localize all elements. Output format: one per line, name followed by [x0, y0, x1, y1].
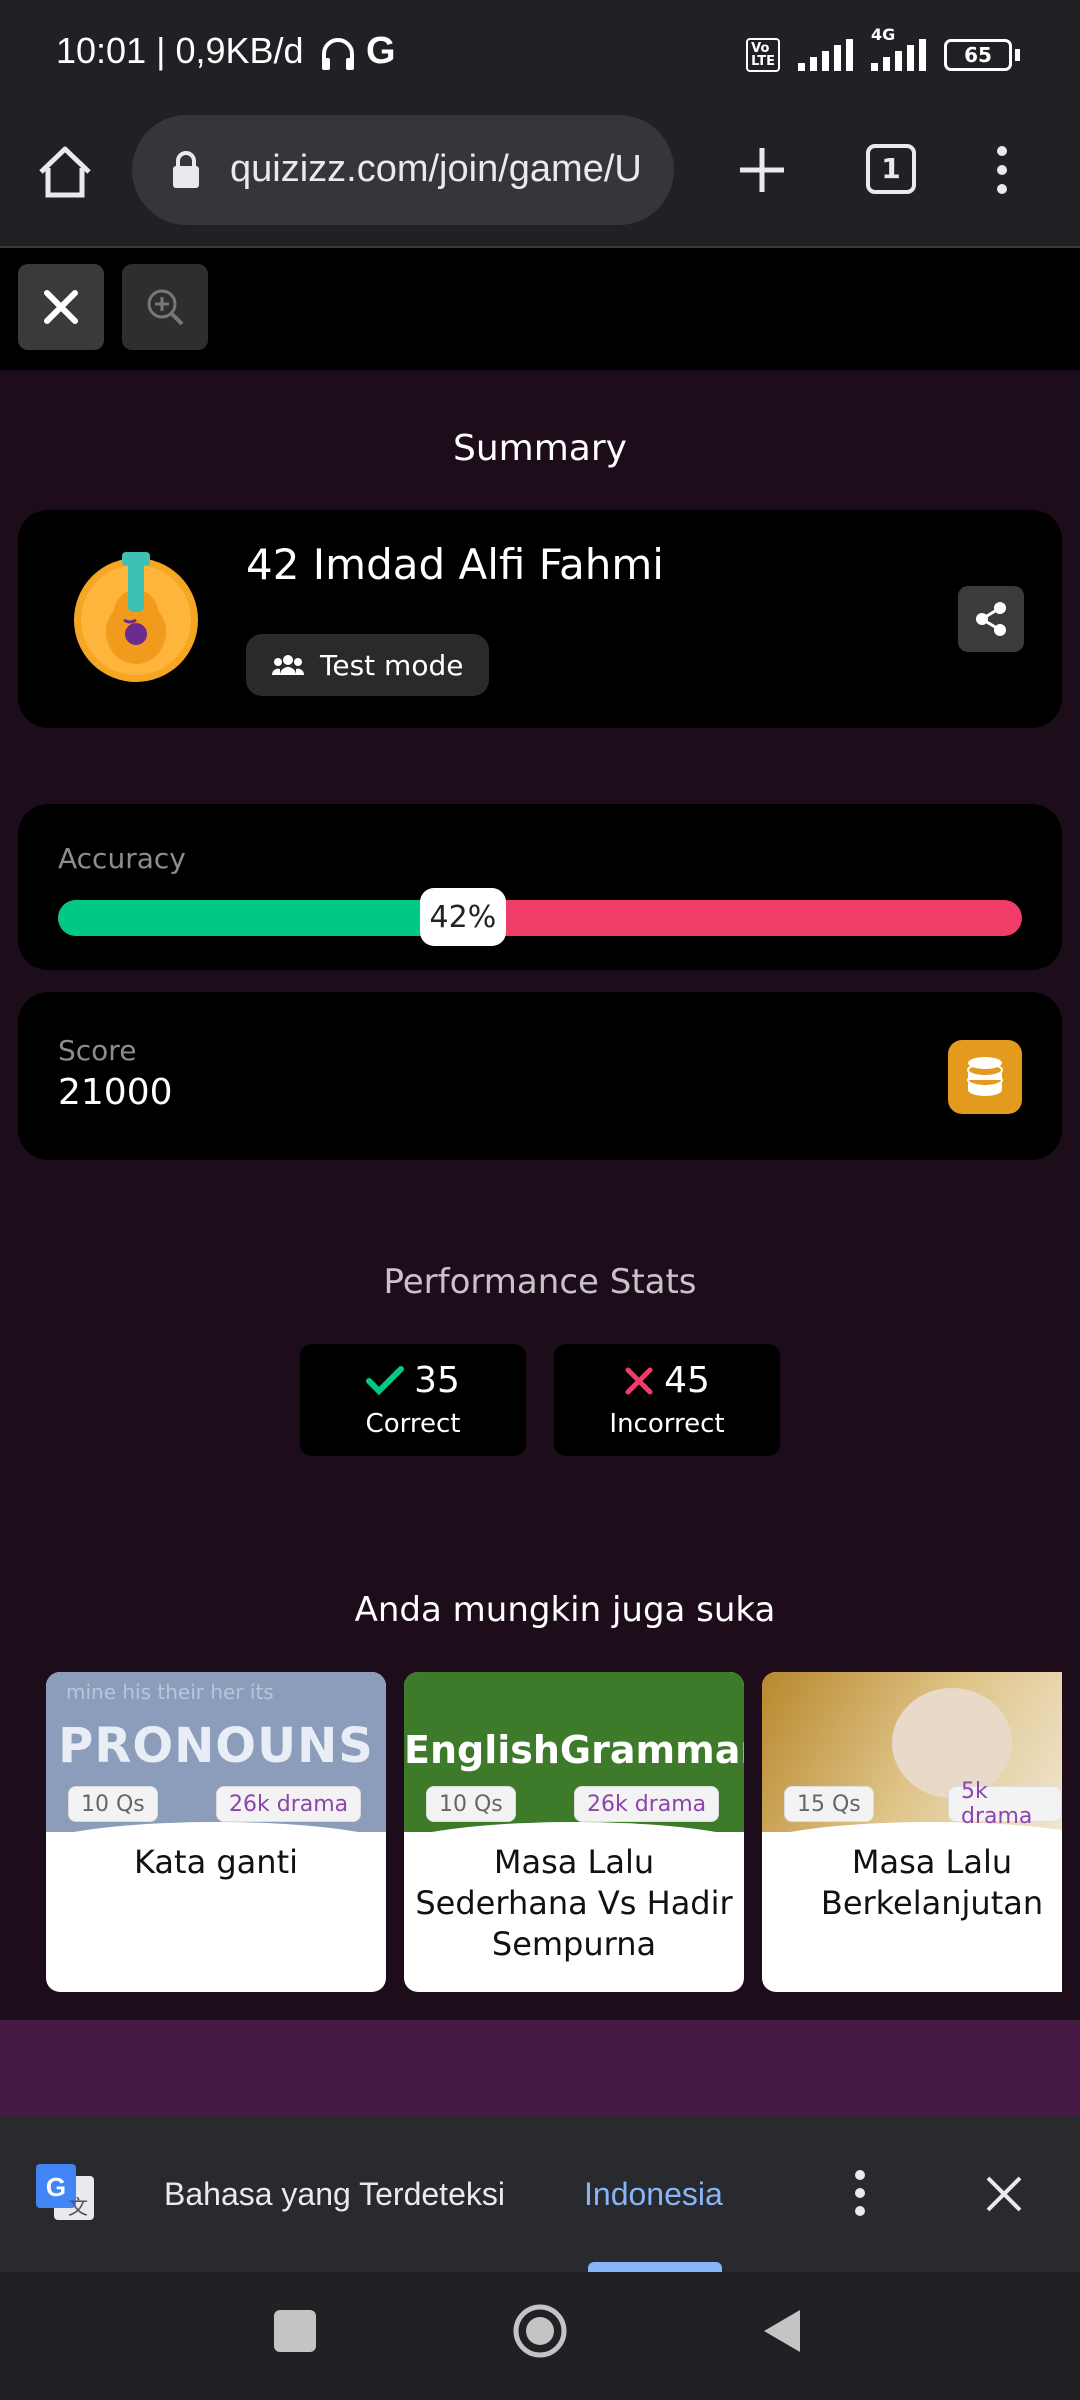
- quiz-title: Masa Lalu Sederhana Vs Hadir Sempurna: [415, 1843, 733, 1963]
- signal-4g-icon: 4G: [871, 25, 926, 71]
- close-icon: [44, 290, 78, 324]
- test-mode-badge: Test mode: [246, 634, 490, 696]
- coins-badge: [948, 1040, 1022, 1114]
- battery-icon: 65: [944, 39, 1012, 71]
- score-value: 21000: [58, 1072, 173, 1113]
- accuracy-label: Accuracy: [58, 842, 186, 875]
- thumbnail-text: PRONOUNS: [58, 1718, 374, 1774]
- users-icon: [272, 655, 304, 675]
- correct-stat: 35 Correct: [300, 1344, 526, 1456]
- selected-tab-indicator: [588, 2262, 722, 2272]
- recents-icon[interactable]: [274, 2310, 316, 2352]
- performance-title: Performance Stats: [383, 1262, 697, 1302]
- back-icon[interactable]: [760, 2306, 804, 2360]
- incorrect-label: Incorrect: [609, 1409, 725, 1439]
- battery-cap: [1015, 49, 1020, 61]
- player-name: 42 Imdad Alfi Fahmi: [246, 540, 664, 589]
- accuracy-bar: [58, 900, 1022, 936]
- thumbnail-watermark: mine his their her its: [66, 1680, 274, 1704]
- summary-title: Summary: [453, 428, 627, 469]
- share-button[interactable]: [958, 586, 1024, 652]
- thumbnail-text: EnglishGrammar: [404, 1728, 744, 1772]
- plays-tag: 5k drama: [948, 1779, 1062, 1829]
- zoom-in-icon: [147, 289, 184, 326]
- headphones-icon: [318, 34, 358, 78]
- plays-tag: 26k drama: [574, 1786, 720, 1822]
- home-nav-icon[interactable]: [512, 2303, 568, 2363]
- question-count-tag: 10 Qs: [426, 1786, 516, 1822]
- svg-text:文: 文: [68, 2195, 88, 2219]
- translate-menu-icon[interactable]: [852, 2168, 868, 2222]
- status-time: 10:01 | 0,9KB/d: [56, 30, 304, 71]
- accuracy-card: [18, 804, 1062, 970]
- status-icons: Vo LTE 4G 65: [746, 25, 1020, 72]
- correct-count: 35: [414, 1360, 460, 1401]
- new-tab-icon[interactable]: [736, 144, 788, 200]
- question-count-tag: 10 Qs: [68, 1786, 158, 1822]
- footer-strip: [0, 2020, 1080, 2116]
- close-button[interactable]: [18, 264, 104, 350]
- volte-icon: Vo LTE: [746, 38, 780, 72]
- detected-language-tab[interactable]: Bahasa yang Terdeteksi: [164, 2176, 505, 2213]
- translate-close-icon[interactable]: [984, 2174, 1024, 2218]
- browser-menu-icon[interactable]: [994, 144, 1010, 200]
- incorrect-stat: 45 Incorrect: [554, 1344, 780, 1456]
- svg-text:G: G: [46, 2172, 66, 2202]
- incorrect-count: 45: [664, 1360, 710, 1401]
- tab-switcher-button[interactable]: 1: [866, 144, 916, 194]
- quiz-card[interactable]: 15 Qs 5k drama Masa Lalu Berkelanjutan: [762, 1672, 1062, 1992]
- recommendations-title: Anda mungkin juga suka: [354, 1590, 776, 1630]
- quiz-title: Masa Lalu Berkelanjutan: [820, 1843, 1044, 1922]
- indonesian-language-tab[interactable]: Indonesia: [584, 2176, 723, 2213]
- score-label: Score: [58, 1034, 137, 1067]
- home-icon[interactable]: [36, 144, 94, 204]
- accuracy-bar-correct: [58, 900, 463, 936]
- share-icon: [976, 602, 1006, 636]
- test-mode-label: Test mode: [320, 648, 464, 682]
- avatar: [66, 548, 206, 692]
- plays-tag: 26k drama: [216, 1786, 362, 1822]
- quiz-card[interactable]: mine his their her its PRONOUNS 10 Qs 26…: [46, 1672, 386, 1992]
- question-count-tag: 15 Qs: [784, 1786, 874, 1822]
- score-card: [18, 992, 1062, 1160]
- quiz-title: Kata ganti: [134, 1843, 298, 1881]
- translate-bar: [0, 2116, 1080, 2272]
- check-icon: [366, 1365, 405, 1395]
- zoom-button[interactable]: [122, 264, 208, 350]
- accuracy-value: 42%: [419, 888, 506, 946]
- google-icon: G: [366, 30, 396, 72]
- signal-icon: [798, 39, 853, 71]
- url-text[interactable]: quizizz.com/join/game/U: [230, 148, 650, 191]
- correct-label: Correct: [365, 1409, 461, 1439]
- cross-icon: [625, 1367, 653, 1394]
- google-translate-icon[interactable]: G 文: [34, 2162, 96, 2228]
- lock-icon: [170, 150, 202, 194]
- quiz-card[interactable]: EnglishGrammar 10 Qs 26k drama Masa Lalu…: [404, 1672, 744, 1992]
- coins-icon: [967, 1057, 1003, 1096]
